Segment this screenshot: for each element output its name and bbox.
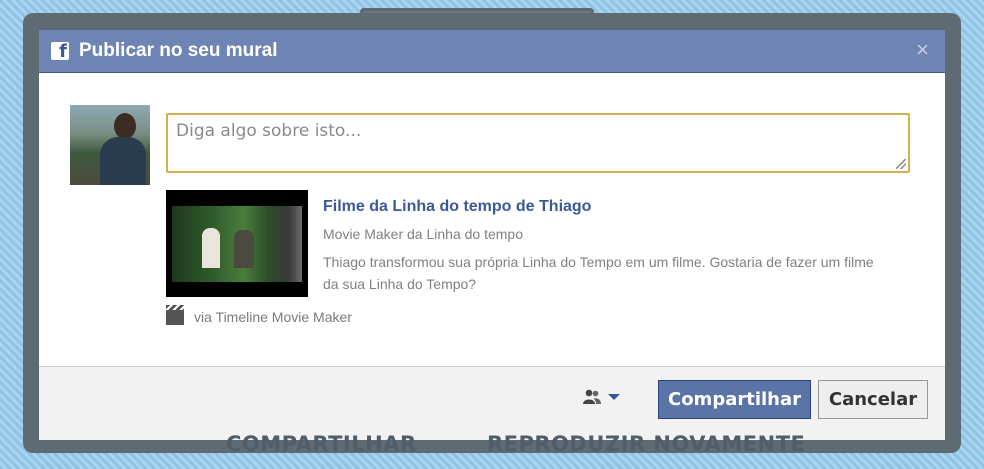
video-thumbnail[interactable] [166,190,308,297]
avatar-body [100,137,146,185]
share-button[interactable]: Compartilhar [658,380,811,419]
via-app-text: via Timeline Movie Maker [194,309,352,325]
clapperboard-icon [166,304,184,325]
attachment-caption: Movie Maker da Linha do tempo [323,226,523,242]
resize-handle-icon[interactable] [896,159,906,169]
post-message-placeholder: Diga algo sobre isto... [176,121,362,141]
attachment-description: Thiago transformou sua própria Linha do … [323,254,874,292]
avatar-head [114,113,136,139]
thumbnail-person-right [234,230,254,268]
background-share-label: COMPARTILHAR [226,432,417,456]
attachment-title-link[interactable]: Filme da Linha do tempo de Thiago [323,198,591,216]
facebook-logo-icon: f [51,42,69,60]
background-replay-label: REPRODUZIR NOVAMENTE [487,432,806,456]
post-message-input[interactable]: Diga algo sobre isto... [166,113,910,173]
via-app-attribution: via Timeline Movie Maker [166,304,352,325]
dialog-title: Publicar no seu mural [79,40,278,61]
friends-icon [583,389,601,404]
chevron-down-icon [608,394,620,400]
facebook-logo-letter: f [59,42,67,61]
close-icon[interactable]: × [916,39,929,61]
cancel-button[interactable]: Cancelar [818,380,928,419]
dialog-titlebar: f Publicar no seu mural × [39,30,945,73]
thumbnail-person-left [202,228,220,268]
avatar [70,105,150,185]
share-dialog: f Publicar no seu mural × Diga algo sobr… [39,30,945,440]
audience-selector[interactable] [582,389,620,405]
